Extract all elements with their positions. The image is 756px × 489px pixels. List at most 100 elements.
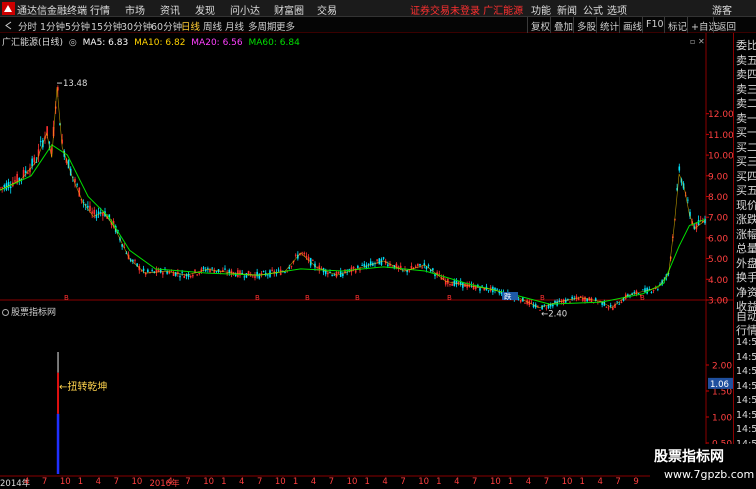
chart-area[interactable]: 12.00 11.00 10.00 9.00 8.00 7.00 6.00 5.00 4.00 3… <box>0 33 733 477</box>
kline-candle <box>192 274 194 277</box>
time-tick-label: 10 <box>203 477 215 487</box>
menu-gongneng[interactable]: 功能 <box>531 2 551 17</box>
event-marker: B <box>64 294 69 302</box>
price-tick-label: 7.00 <box>708 214 728 224</box>
menu-xinwen[interactable]: 新闻 <box>557 2 577 17</box>
tool-fanhui[interactable]: 返回 <box>713 17 739 33</box>
kline-candle <box>562 299 565 304</box>
kline-candle <box>354 270 357 273</box>
period-15min[interactable]: 15分钟 <box>91 19 122 33</box>
ma10-line <box>0 86 706 309</box>
period-daily[interactable]: 日线 <box>181 19 200 33</box>
time-tick-label: 10 <box>131 477 143 487</box>
menu-shichang[interactable]: 市场 <box>125 2 145 17</box>
kline-candle <box>243 276 246 278</box>
kline-candle <box>0 187 1 189</box>
time-tick-label: 7 <box>185 477 191 487</box>
kline-candle <box>331 274 333 276</box>
kline-candle <box>644 288 646 293</box>
kline-candle <box>97 211 100 215</box>
period-5min[interactable]: 5分钟 <box>65 19 90 33</box>
signal-annotation: ←扭转乾坤 <box>59 380 107 393</box>
period-weekly[interactable]: 周线 <box>203 19 222 33</box>
price-tick-label: 5.00 <box>708 255 728 265</box>
period-fenshi[interactable]: 分时 <box>18 19 37 33</box>
kline-candle <box>519 299 522 302</box>
kline-candle <box>213 270 216 273</box>
kline-candle <box>170 271 173 272</box>
price-tick-label: 10.00 <box>708 152 733 162</box>
period-more[interactable]: 更多 <box>276 19 295 33</box>
menu-gongshi[interactable]: 公式 <box>583 2 603 17</box>
period-30min[interactable]: 30分钟 <box>121 19 152 33</box>
menu-caifuquan[interactable]: 财富圈 <box>274 2 304 17</box>
menu-hangqing[interactable]: 行情 <box>90 2 110 17</box>
menu-xuanxiang[interactable]: 选项 <box>607 2 627 17</box>
kline-candle <box>481 285 483 287</box>
tick-time: 14:56 <box>736 351 756 363</box>
chart-window-icons[interactable]: ▫ ✕ <box>690 37 705 46</box>
time-tick-label: 1 <box>77 477 84 487</box>
time-tick-label: 4 <box>239 477 245 487</box>
kline-candle <box>609 305 612 307</box>
kline-candle <box>333 274 336 276</box>
time-tick-label: 7 <box>328 477 335 487</box>
kline-candle <box>363 263 366 267</box>
tick-time: 14:56 <box>736 366 756 377</box>
tick-time: 14:56 <box>736 424 756 435</box>
kline-candle <box>367 263 370 265</box>
ma60-line <box>0 144 706 305</box>
time-tick-label: 4 <box>24 477 30 487</box>
kline-candle <box>447 278 449 284</box>
kline-candle <box>635 290 638 295</box>
kline-candle <box>652 290 655 292</box>
watermark: 股票指标网 www.7gpzb.com <box>650 444 756 487</box>
sub-panel-title[interactable]: 股票指标网 <box>2 305 56 318</box>
kline-candle <box>262 271 265 273</box>
login-alert[interactable]: 证券交易未登录 广汇能源 <box>410 2 523 17</box>
period-1min[interactable]: 1分钟 <box>40 19 65 33</box>
user-guest[interactable]: 游客 <box>712 2 732 17</box>
time-tick-label: 4 <box>454 477 460 487</box>
sub-indicator-panel: 2.001.501.000.50←扭转乾坤1.06 <box>56 352 733 474</box>
kline-candle <box>571 296 573 299</box>
back-icon[interactable] <box>4 21 13 30</box>
kline-candle <box>277 269 280 271</box>
kline-candle <box>432 268 434 271</box>
menu-faxian[interactable]: 发现 <box>195 2 215 17</box>
period-monthly[interactable]: 月线 <box>225 19 244 33</box>
kline-candle <box>457 281 460 284</box>
time-tick-label: 7 <box>543 477 550 487</box>
kline-candle <box>487 290 490 292</box>
menu-zixun[interactable]: 资讯 <box>160 2 180 17</box>
kline-candle <box>378 258 381 265</box>
menu-wenxiaoda[interactable]: 问小达 <box>230 2 260 17</box>
time-tick-label: 7 <box>400 477 406 487</box>
tool-f10[interactable]: F10 <box>642 17 667 33</box>
time-tick-label: 10 <box>489 477 501 487</box>
kline-candle <box>517 299 520 301</box>
menu-jiaoyi[interactable]: 交易 <box>317 2 337 17</box>
period-multi[interactable]: 多周期 <box>248 19 277 33</box>
kline-candle <box>33 157 36 163</box>
kline-candle <box>162 272 164 275</box>
period-toolbar: 分时 1分钟 5分钟 15分钟 30分钟 60分钟 日线 周线 月线 多周期 更… <box>0 17 756 33</box>
kline-candle <box>479 288 481 291</box>
kline-candle <box>607 307 610 309</box>
kline-candle <box>172 272 175 277</box>
period-60min[interactable]: 60分钟 <box>151 19 182 33</box>
kline-candle <box>147 269 149 273</box>
kline-candle <box>650 292 653 293</box>
kline-candle <box>211 267 213 269</box>
time-tick-label: 4 <box>382 477 388 487</box>
event-marker: B <box>355 294 360 302</box>
kline-candle <box>179 276 181 278</box>
kline-candle <box>620 302 623 304</box>
watermark-title: 股票指标网 <box>654 449 724 465</box>
sub-panel-settings-icon[interactable] <box>2 309 9 316</box>
kline-candle <box>189 275 192 278</box>
title-bar: 通达信金融终端 行情 市场 资讯 发现 问小达 财富圈 交易 证券交易未登录 广… <box>0 0 756 17</box>
kline-candle <box>224 268 226 270</box>
kline-candle <box>605 306 608 308</box>
kline-candle <box>303 252 306 255</box>
